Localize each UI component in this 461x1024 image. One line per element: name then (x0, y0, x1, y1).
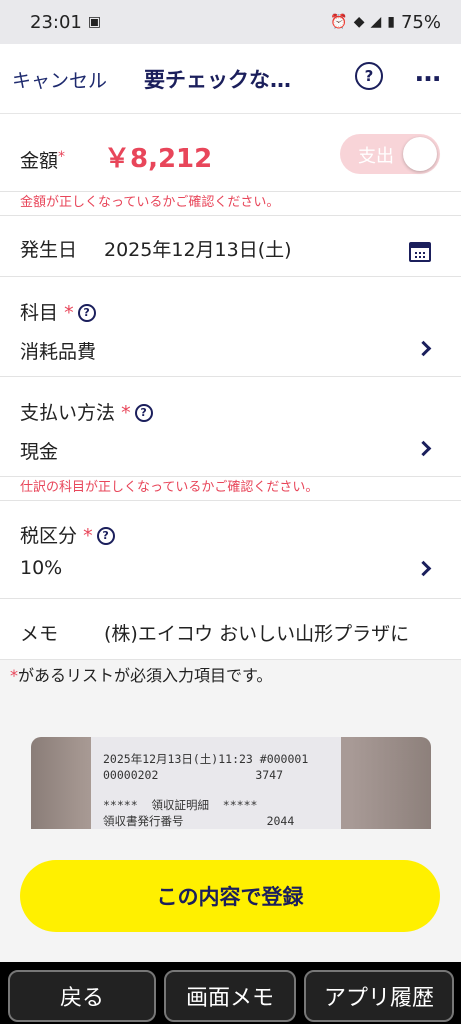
help-icon[interactable]: ? (96, 526, 115, 545)
receipt-image[interactable]: 2025年12月13日(土)11:23 #000001 00000202 374… (31, 737, 431, 829)
battery-icon: ▮ (387, 14, 395, 30)
date-label: 発生日 (20, 239, 78, 261)
chevron-right-icon (415, 560, 432, 577)
wifi-icon: ◆ (353, 14, 365, 30)
help-icon[interactable]: ? (77, 303, 96, 322)
top-app-bar: キャンセル 要チェックな… ? … (0, 44, 461, 114)
receipt-line: ***** 領収証明細 ***** (103, 798, 258, 812)
payment-value: 現金 (20, 441, 59, 463)
receipt-line: 00000202 3747 (103, 768, 284, 782)
amount-warning: 金額が正しくなっているかご確認ください。 (0, 192, 461, 216)
tax-value: 10% (20, 557, 63, 579)
amount-value[interactable]: ￥8,212 (104, 138, 212, 175)
memo-row[interactable]: メモ (株)エイコウ おいしい山形プラザに (0, 599, 461, 660)
help-icon[interactable]: ? (355, 62, 383, 90)
receipt-line: 領収書発行番号 2044 (103, 814, 295, 828)
status-bar: 23:01 ▣ ⏰ ◆ ◢ ▮ 75% (0, 0, 461, 44)
required-mark: * (58, 149, 66, 165)
date-value: 2025年12月13日(土) (104, 239, 292, 261)
required-mark: * (64, 302, 74, 324)
account-row[interactable]: 科目 *? 消耗品費 (0, 277, 461, 377)
screen-memo-button[interactable]: 画面メモ (164, 970, 296, 1022)
amount-label: 金額* (20, 149, 66, 172)
battery-level: 75% (400, 11, 441, 33)
alarm-icon: ⏰ (330, 14, 348, 30)
calendar-icon[interactable] (409, 242, 431, 262)
clock: 23:01 (30, 11, 82, 33)
tax-row[interactable]: 税区分 *? 10% (0, 501, 461, 599)
system-nav-bar: 戻る 画面メモ アプリ履歴 (0, 962, 461, 1024)
toggle-label: 支出 (358, 146, 394, 167)
memo-label: メモ (20, 623, 59, 645)
payment-label: 支払い方法 *? (20, 398, 153, 425)
receipt-paper: 2025年12月13日(土)11:23 #000001 00000202 374… (91, 737, 341, 829)
cancel-button[interactable]: キャンセル (12, 66, 107, 93)
back-button[interactable]: 戻る (8, 970, 156, 1022)
notification-icon: ▣ (87, 14, 102, 30)
app-history-button[interactable]: アプリ履歴 (304, 970, 454, 1022)
required-note: *があるリストが必須入力項目です。 (10, 666, 273, 685)
date-row[interactable]: 発生日 2025年12月13日(土) (0, 216, 461, 277)
tax-label: 税区分 *? (20, 521, 115, 548)
page-title: 要チェックな… (144, 68, 291, 92)
signal-icon: ◢ (370, 14, 382, 30)
help-icon[interactable]: ? (134, 403, 153, 422)
expense-toggle[interactable]: 支出 (340, 134, 440, 174)
register-button[interactable]: この内容で登録 (20, 860, 440, 932)
chevron-right-icon (415, 340, 432, 357)
required-mark: * (83, 525, 93, 547)
more-menu-icon[interactable]: … (415, 58, 443, 88)
toggle-knob (403, 137, 437, 171)
account-label: 科目 *? (20, 298, 96, 325)
memo-value[interactable]: (株)エイコウ おいしい山形プラザに (104, 619, 409, 646)
required-mark: * (121, 402, 131, 424)
payment-row[interactable]: 支払い方法 *? 現金 (0, 377, 461, 477)
account-value: 消耗品費 (20, 341, 97, 363)
receipt-line: 2025年12月13日(土)11:23 #000001 (103, 752, 309, 766)
chevron-right-icon (415, 440, 432, 457)
amount-row[interactable]: 金額* ￥8,212 支出 (0, 114, 461, 192)
account-warning: 仕訳の科目が正しくなっているかご確認ください。 (0, 477, 461, 501)
